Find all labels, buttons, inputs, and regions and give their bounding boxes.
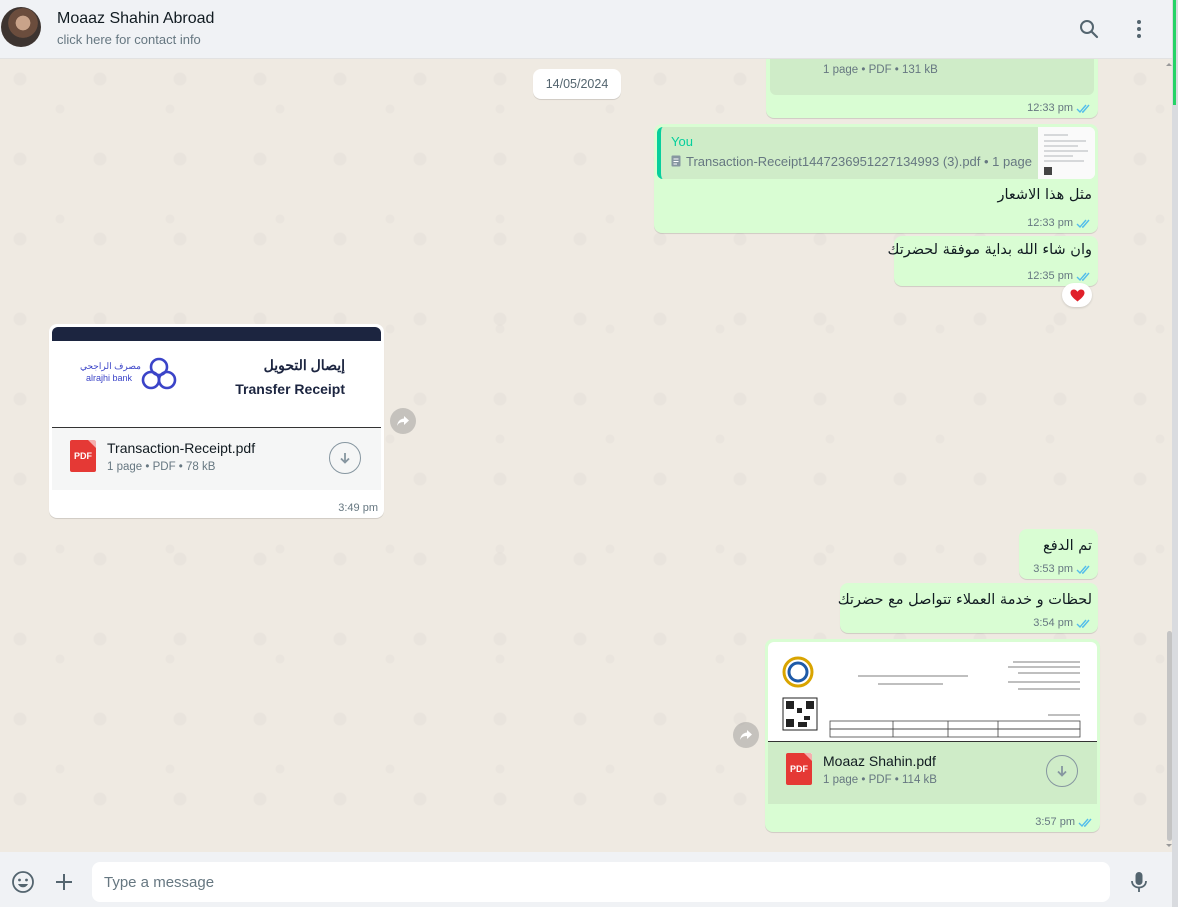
forward-icon — [740, 730, 752, 740]
window-edge — [1172, 0, 1178, 907]
read-ticks-icon — [1078, 818, 1092, 827]
message-text: وان شاء الله بداية موفقة لحضرتك — [887, 242, 1092, 258]
read-ticks-icon — [1076, 619, 1090, 628]
message-text: مثل هذا الاشعار — [997, 187, 1093, 203]
message-document-incoming[interactable]: إيصال التحويل Transfer Receipt مصرف الرا… — [49, 324, 384, 518]
message-time: 12:33 pm — [1027, 217, 1073, 229]
pdf-file-icon: PDF — [70, 440, 96, 472]
forward-icon — [397, 416, 409, 426]
scroll-up-icon[interactable] — [1166, 61, 1172, 67]
message-meta: 3:53 pm — [1033, 563, 1092, 575]
document-card[interactable]: PDF Moaaz Shahin.pdf 1 page • PDF • 114 … — [768, 742, 1097, 804]
message-reply-outgoing[interactable]: You Transaction-Receipt14472369512271349… — [654, 124, 1098, 233]
document-card[interactable]: PDF Transaction-Receipt.pdf 1 page • PDF… — [52, 428, 381, 490]
download-button[interactable] — [329, 442, 361, 474]
message-document-outgoing[interactable]: 1 page • PDF • 131 kB 12:33 pm — [766, 59, 1098, 118]
message-meta: 3:57 pm — [1035, 816, 1094, 828]
contact-name[interactable]: Moaaz Shahin Abroad — [57, 10, 214, 28]
scroll-down-icon[interactable] — [1166, 843, 1172, 849]
message-input[interactable] — [92, 862, 1094, 902]
message-text: تم الدفع — [1042, 538, 1092, 554]
document-thumbnail — [782, 656, 1081, 738]
message-document-outgoing[interactable]: PDF Moaaz Shahin.pdf 1 page • PDF • 114 … — [765, 639, 1100, 832]
bank-name-ar: مصرف الراجحي — [80, 361, 142, 371]
attach-plus-icon[interactable] — [52, 870, 76, 899]
message-time: 3:57 pm — [1035, 816, 1075, 828]
download-icon — [1057, 766, 1067, 777]
heart-icon — [1070, 289, 1084, 301]
message-time: 3:49 pm — [338, 502, 378, 514]
message-text-outgoing[interactable]: تم الدفع 3:53 pm — [1019, 529, 1098, 579]
receipt-title-en: Transfer Receipt — [235, 381, 345, 397]
document-meta: 1 page • PDF • 114 kB — [823, 774, 937, 786]
document-name: Moaaz Shahin.pdf — [823, 753, 936, 769]
document-meta: 1 page • PDF • 131 kB — [823, 64, 938, 76]
read-ticks-icon — [1076, 272, 1090, 281]
message-text: لحظات و خدمة العملاء تتواصل مع حضرتك — [837, 592, 1092, 608]
receipt-title-ar: إيصال التحويل — [263, 357, 345, 373]
message-time: 12:35 pm — [1027, 270, 1073, 282]
forward-button[interactable] — [733, 722, 759, 748]
quoted-author: You — [671, 134, 693, 149]
bank-name-en: alrajhi bank — [86, 373, 133, 383]
document-meta: 1 page • PDF • 78 kB — [107, 461, 216, 473]
menu-icon[interactable] — [1127, 17, 1151, 41]
search-icon[interactable] — [1077, 17, 1101, 41]
pdf-file-icon: PDF — [786, 753, 812, 785]
document-preview[interactable] — [768, 642, 1097, 742]
quoted-file-name: Transaction-Receipt1447236951227134993 (… — [686, 154, 1032, 169]
document-card[interactable]: 1 page • PDF • 131 kB — [770, 59, 1094, 95]
document-preview[interactable]: إيصال التحويل Transfer Receipt مصرف الرا… — [52, 327, 381, 428]
quoted-thumbnail — [1038, 127, 1095, 179]
contact-info-link[interactable]: click here for contact info — [57, 32, 201, 47]
message-time: 3:53 pm — [1033, 563, 1073, 575]
quoted-message[interactable]: You Transaction-Receipt14472369512271349… — [657, 127, 1095, 179]
message-time: 12:33 pm — [1027, 102, 1073, 114]
message-meta: 12:33 pm — [1027, 217, 1092, 229]
message-time: 3:54 pm — [1033, 617, 1073, 629]
download-button[interactable] — [1046, 755, 1078, 787]
read-ticks-icon — [1076, 104, 1090, 113]
message-input-box[interactable] — [92, 862, 1110, 902]
reaction-badge[interactable] — [1062, 283, 1092, 307]
chat-scrollbar[interactable] — [1166, 59, 1172, 852]
read-ticks-icon — [1076, 565, 1090, 574]
document-icon — [671, 155, 681, 167]
message-text-outgoing[interactable]: لحظات و خدمة العملاء تتواصل مع حضرتك 3:5… — [837, 583, 1098, 633]
message-meta: 3:54 pm — [1033, 617, 1092, 629]
message-text-outgoing[interactable]: وان شاء الله بداية موفقة لحضرتك 12:35 pm — [887, 236, 1098, 286]
microphone-icon[interactable] — [1127, 870, 1151, 899]
forward-button[interactable] — [390, 408, 416, 434]
composer-bar — [0, 852, 1172, 907]
read-ticks-icon — [1076, 219, 1090, 228]
chat-panel[interactable]: 14/05/2024 1 page • PDF • 131 kB 12:33 p… — [0, 59, 1172, 852]
scrollbar-thumb[interactable] — [1167, 631, 1172, 841]
document-name: Transaction-Receipt.pdf — [107, 440, 256, 456]
contact-avatar[interactable] — [1, 7, 41, 47]
message-meta: 12:33 pm — [1027, 102, 1092, 114]
message-meta: 12:35 pm — [1027, 270, 1092, 282]
download-icon — [340, 453, 350, 464]
bank-logo-icon — [141, 357, 177, 390]
date-chip: 14/05/2024 — [533, 69, 621, 99]
emoji-icon[interactable] — [11, 870, 35, 899]
chat-header: Moaaz Shahin Abroad click here for conta… — [0, 0, 1172, 59]
